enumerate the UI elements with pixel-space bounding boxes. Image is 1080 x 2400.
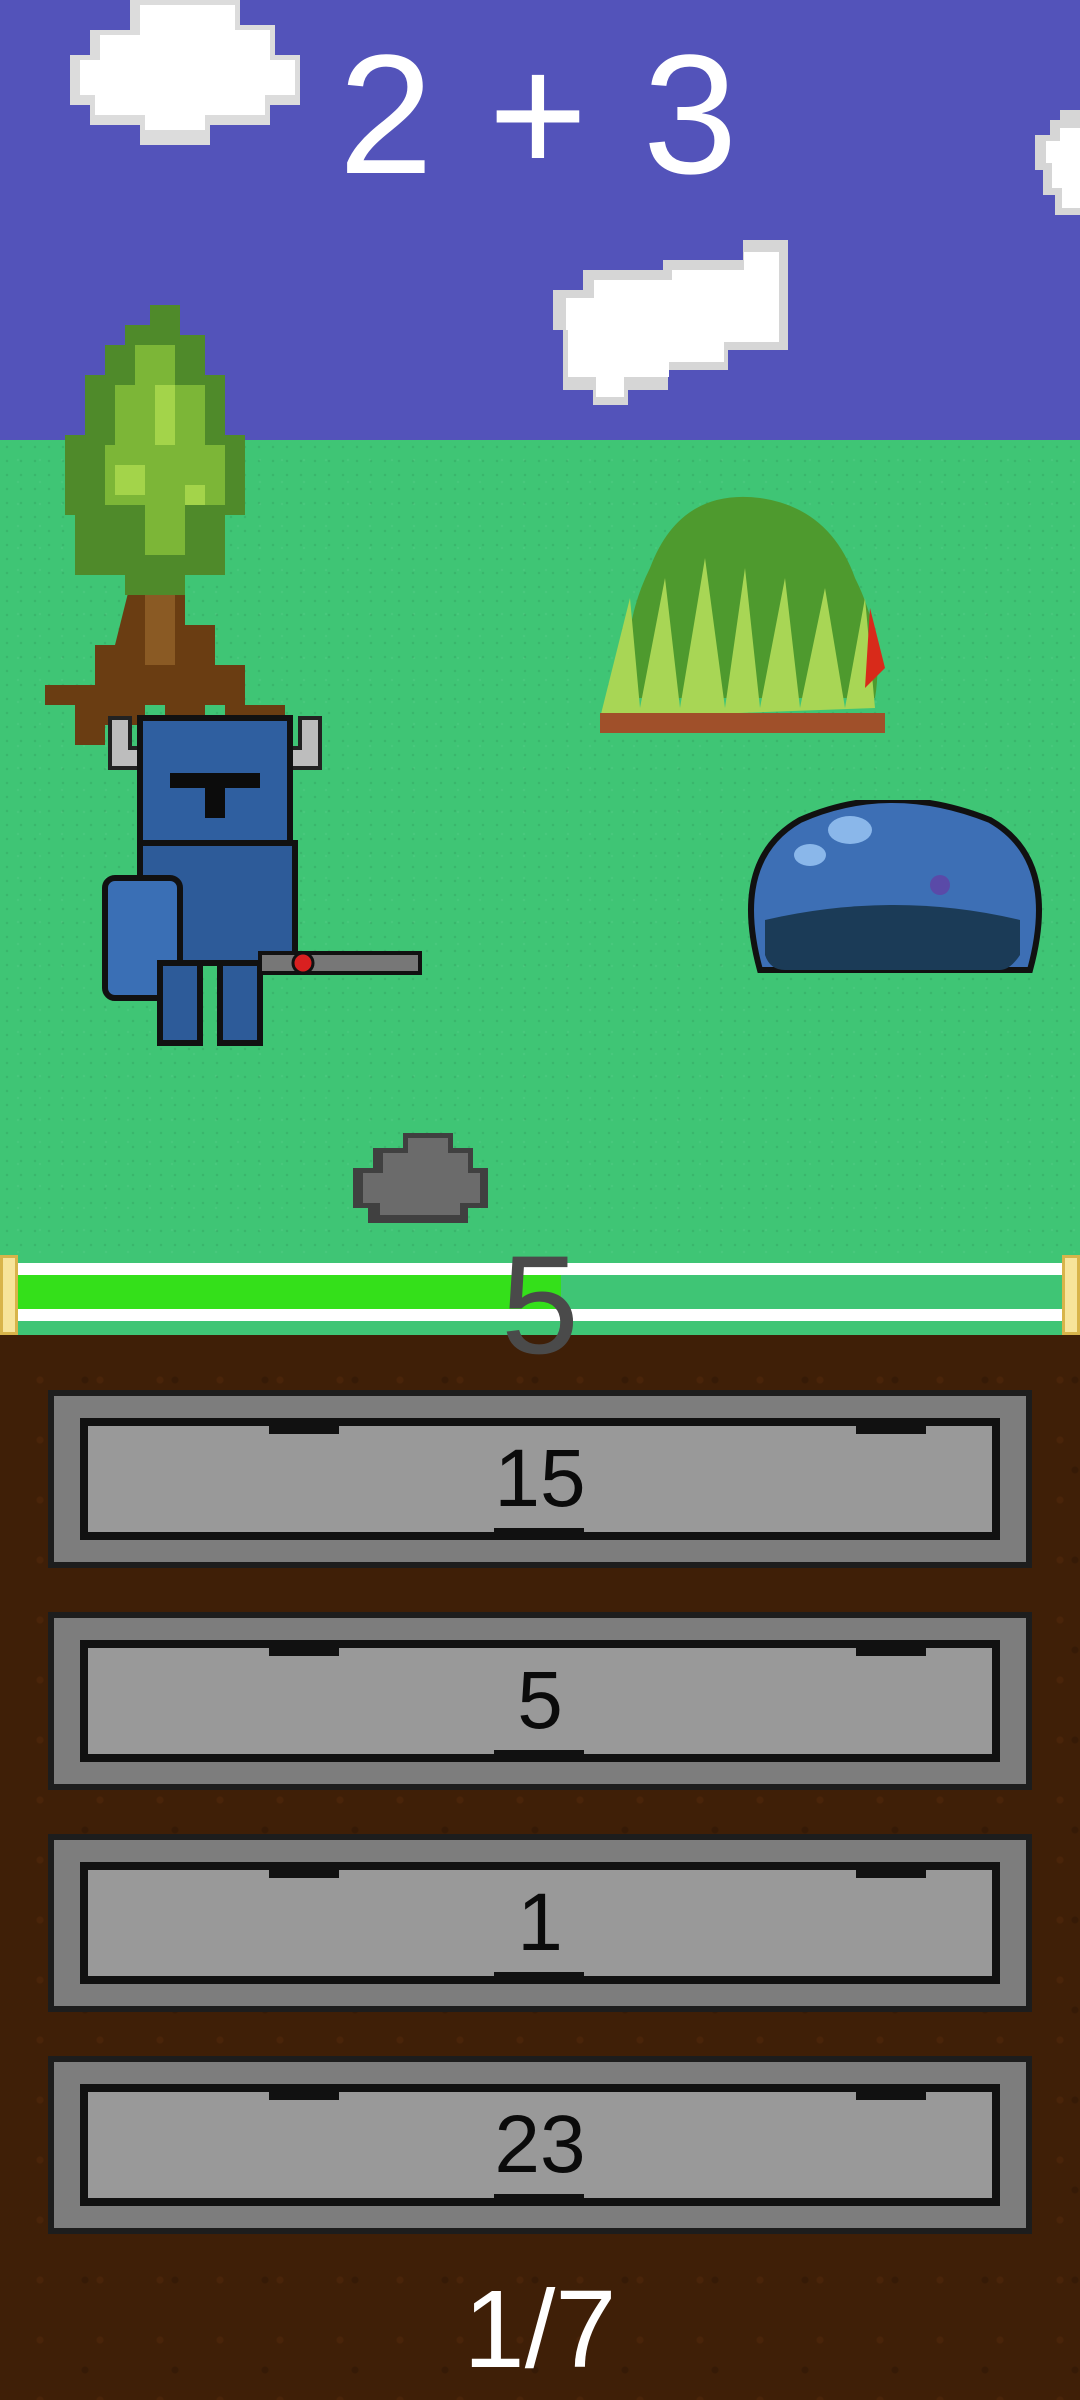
answer-button-4[interactable]: 23: [48, 2056, 1032, 2234]
math-question: 2 + 3: [338, 20, 742, 210]
typed-answer: 5: [501, 1226, 579, 1383]
answer-button-3[interactable]: 1: [48, 1834, 1032, 2012]
slime-icon: [748, 800, 1042, 973]
question-progress: 1/7: [463, 2268, 617, 2391]
answer-button-1[interactable]: 15: [48, 1390, 1032, 1568]
answer-label: 23: [494, 2099, 586, 2190]
rock-icon: [353, 1133, 488, 1223]
timer-bar: 5: [0, 1230, 1080, 1380]
bush-icon: [600, 496, 885, 733]
answer-button-2[interactable]: 5: [48, 1612, 1032, 1790]
knight-icon: [102, 715, 422, 1046]
answer-label: 5: [517, 1655, 563, 1746]
answer-label: 15: [494, 1433, 586, 1524]
cloud-icon: [553, 240, 788, 405]
answer-label: 1: [517, 1877, 563, 1968]
tree-icon: [45, 305, 285, 745]
